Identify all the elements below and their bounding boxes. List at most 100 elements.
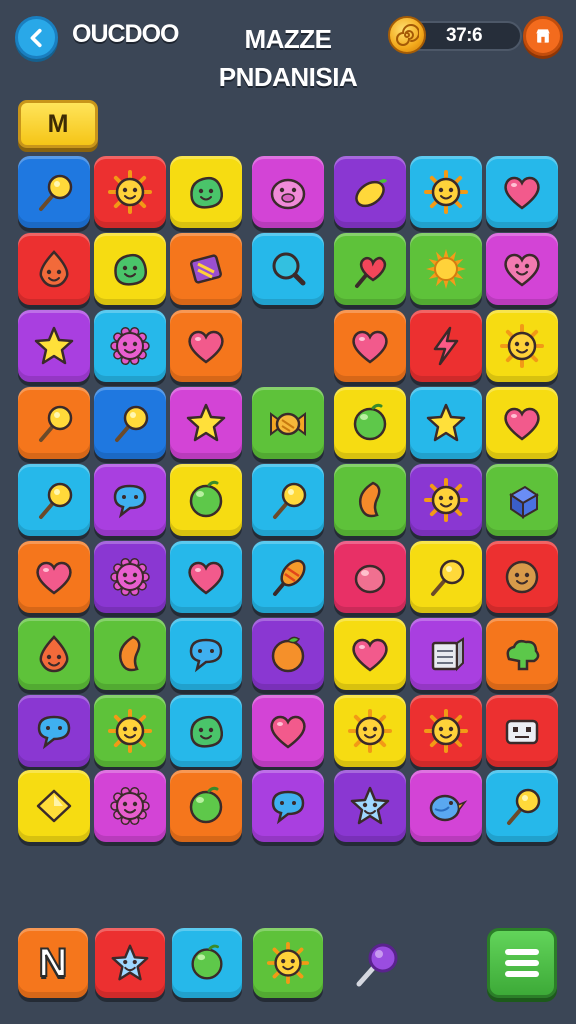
candy-box-icon — [190, 254, 222, 284]
tile[interactable] — [252, 387, 324, 459]
blob-face-icon — [190, 715, 223, 748]
sun-icon — [426, 249, 466, 289]
tile[interactable] — [486, 618, 558, 690]
lollipop-icon[interactable] — [349, 938, 403, 992]
tile[interactable] — [252, 233, 324, 305]
tile[interactable] — [410, 156, 482, 228]
tile[interactable] — [486, 464, 558, 536]
tile[interactable] — [18, 233, 90, 305]
tile[interactable] — [334, 233, 406, 305]
tray-slot[interactable] — [172, 928, 242, 998]
round-candy-icon — [189, 480, 223, 518]
tile[interactable] — [252, 464, 324, 536]
lollipop-icon — [115, 405, 149, 442]
tray-letter: N — [38, 940, 69, 986]
tile[interactable] — [334, 770, 406, 842]
tile[interactable] — [18, 387, 90, 459]
tile[interactable] — [18, 310, 90, 382]
tile[interactable] — [486, 156, 558, 228]
tile[interactable] — [486, 770, 558, 842]
tile[interactable] — [334, 618, 406, 690]
lemon-icon — [355, 179, 387, 208]
plum-icon — [354, 564, 386, 594]
tile[interactable] — [252, 695, 324, 767]
tile[interactable] — [94, 695, 166, 767]
tile[interactable] — [18, 618, 90, 690]
blob-face-icon — [114, 253, 147, 286]
bird-icon — [429, 794, 468, 822]
sun-face-icon — [424, 709, 468, 753]
tile[interactable] — [170, 770, 242, 842]
sun-face-icon — [108, 709, 152, 753]
tile[interactable] — [170, 156, 242, 228]
star-icon — [426, 403, 466, 442]
tile[interactable] — [486, 387, 558, 459]
sun-face-icon — [266, 941, 310, 985]
tile[interactable] — [334, 310, 406, 382]
level-badge[interactable]: M — [18, 100, 98, 148]
tile[interactable] — [94, 387, 166, 459]
tile[interactable] — [252, 541, 324, 613]
round-candy-icon — [191, 944, 223, 980]
tile[interactable] — [410, 464, 482, 536]
tile[interactable] — [334, 156, 406, 228]
heart-icon — [352, 638, 388, 672]
round-candy-icon — [353, 403, 387, 441]
tile[interactable] — [18, 464, 90, 536]
wrapped-candy-icon — [270, 412, 306, 436]
shop-button[interactable] — [523, 16, 563, 56]
spiral-coin-icon — [388, 16, 426, 54]
tray-slot[interactable]: N — [18, 928, 88, 998]
tile[interactable] — [18, 770, 90, 842]
tile[interactable] — [94, 618, 166, 690]
tile[interactable] — [334, 387, 406, 459]
tile[interactable] — [334, 695, 406, 767]
tile[interactable] — [94, 156, 166, 228]
tile[interactable] — [18, 156, 90, 228]
robot-face-icon — [505, 719, 539, 745]
tile[interactable] — [94, 464, 166, 536]
tile[interactable] — [18, 541, 90, 613]
spiky-face-icon — [110, 326, 150, 366]
tile[interactable] — [334, 541, 406, 613]
tile[interactable] — [170, 618, 242, 690]
heart-icon — [188, 330, 224, 364]
menu-button[interactable] — [487, 928, 557, 998]
tile[interactable] — [170, 387, 242, 459]
tile[interactable] — [170, 310, 242, 382]
tile[interactable] — [410, 770, 482, 842]
sun-face-icon — [424, 170, 468, 214]
lollipop-icon — [39, 405, 73, 442]
speech-bubble-icon — [189, 638, 223, 673]
tile[interactable] — [170, 233, 242, 305]
heart-icon — [188, 561, 224, 595]
tile[interactable] — [410, 310, 482, 382]
tile[interactable] — [94, 770, 166, 842]
tile[interactable] — [94, 233, 166, 305]
tile[interactable] — [410, 387, 482, 459]
tile[interactable] — [486, 233, 558, 305]
tile[interactable] — [252, 770, 324, 842]
tile[interactable] — [18, 695, 90, 767]
tile[interactable] — [410, 541, 482, 613]
tile[interactable] — [410, 233, 482, 305]
tile[interactable] — [486, 695, 558, 767]
back-button[interactable] — [15, 16, 58, 59]
tile[interactable] — [170, 695, 242, 767]
tray-slot[interactable] — [253, 928, 323, 998]
tile[interactable] — [94, 310, 166, 382]
tile[interactable] — [486, 310, 558, 382]
lollipop-icon — [507, 788, 541, 825]
round-candy-icon — [189, 786, 223, 824]
tile[interactable] — [486, 541, 558, 613]
tile[interactable] — [170, 541, 242, 613]
tray-slot[interactable] — [95, 928, 165, 998]
tile[interactable] — [94, 541, 166, 613]
tile[interactable] — [252, 156, 324, 228]
tile[interactable] — [410, 695, 482, 767]
title-line-1: MAZZE — [244, 24, 332, 54]
tile[interactable] — [334, 464, 406, 536]
tile[interactable] — [170, 464, 242, 536]
tile[interactable] — [252, 618, 324, 690]
tile[interactable] — [410, 618, 482, 690]
